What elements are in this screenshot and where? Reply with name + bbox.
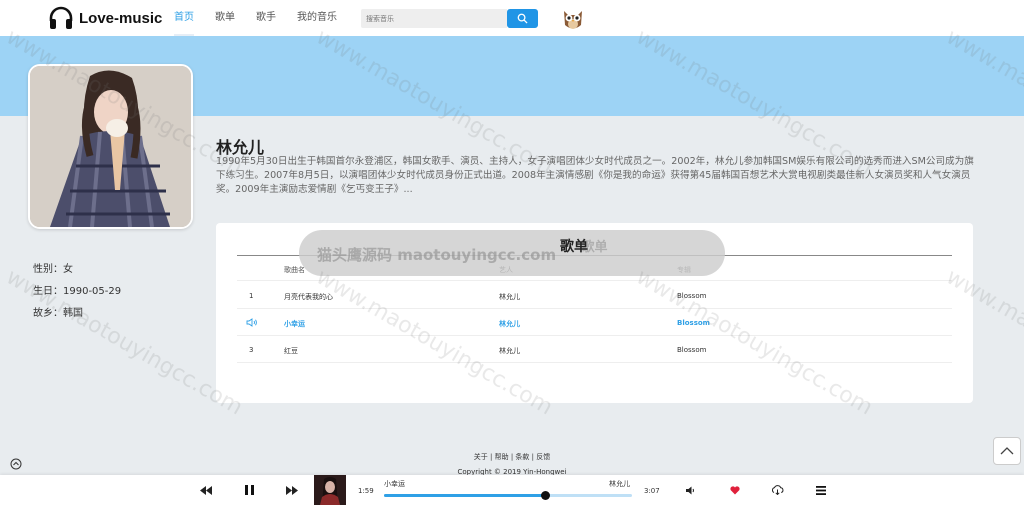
download-button[interactable] xyxy=(769,482,785,498)
nav-playlists[interactable]: 歌单 xyxy=(215,0,235,36)
song-row[interactable]: 1 月亮代表我的心 林允儿 Blossom xyxy=(237,282,952,309)
cloud-download-icon xyxy=(771,485,783,495)
pause-button[interactable] xyxy=(241,482,257,498)
collapse-player-button[interactable] xyxy=(10,458,22,470)
album-cover[interactable] xyxy=(314,475,346,505)
song-index: 3 xyxy=(249,346,254,354)
song-artist[interactable]: 林允儿 xyxy=(499,292,520,302)
pill-watermark-text: 猫头鹰源码 maotouyingcc.com xyxy=(317,246,557,264)
main-nav: 首页 歌单 歌手 我的音乐 xyxy=(174,0,358,36)
back-to-top-button[interactable] xyxy=(993,437,1021,465)
song-name[interactable]: 小幸运 xyxy=(284,319,305,329)
playlist-button[interactable] xyxy=(813,482,829,498)
song-name[interactable]: 月亮代表我的心 xyxy=(284,292,333,302)
pause-icon xyxy=(244,485,254,495)
song-album[interactable]: Blossom xyxy=(677,319,710,327)
logo-text: Love-music xyxy=(79,9,163,27)
song-row[interactable]: 3 红豆 林允儿 Blossom xyxy=(237,336,952,363)
artist-hometown: 故乡：韩国 xyxy=(33,308,83,319)
footer-links[interactable]: 关于 | 帮助 | 条款 | 反馈 xyxy=(0,452,1024,462)
logo[interactable]: Love-music xyxy=(48,5,162,31)
search-box xyxy=(361,9,538,28)
artist-gender: 性别：女 xyxy=(33,264,73,275)
top-navbar: Love-music 首页 歌单 歌手 我的音乐 xyxy=(0,0,1024,36)
heart-icon xyxy=(730,485,740,494)
total-time: 3:07 xyxy=(644,487,660,495)
watermark-pill: 猫头鹰源码 maotouyingcc.com xyxy=(299,230,725,276)
next-icon xyxy=(286,485,298,495)
next-button[interactable] xyxy=(284,482,300,498)
progress-bar[interactable] xyxy=(384,491,632,500)
search-input[interactable] xyxy=(361,9,507,28)
now-playing-title: 小幸运 xyxy=(384,480,405,488)
song-index: 1 xyxy=(249,292,254,300)
previous-icon xyxy=(200,485,212,495)
header-name: 歌曲名 xyxy=(284,266,305,274)
search-button[interactable] xyxy=(507,9,538,28)
song-album[interactable]: Blossom xyxy=(677,346,706,354)
current-time: 1:59 xyxy=(358,487,374,495)
headphones-icon xyxy=(49,6,73,29)
volume-button[interactable] xyxy=(683,482,699,498)
previous-button[interactable] xyxy=(198,482,214,498)
player-bar: 1:59 小幸运 林允儿 3:07 xyxy=(0,475,1024,505)
progress-handle[interactable] xyxy=(541,491,551,500)
menu-icon xyxy=(816,485,826,495)
song-artist[interactable]: 林允儿 xyxy=(499,346,520,356)
owl-avatar[interactable] xyxy=(560,5,586,31)
songlist-title-overlay: 歌单 xyxy=(560,239,588,255)
nav-home[interactable]: 首页 xyxy=(174,0,194,36)
playing-icon xyxy=(246,318,261,330)
artist-description: 1990年5月30日出生于韩国首尔永登浦区，韩国女歌手、演员、主持人，女子演唱团… xyxy=(216,156,974,195)
progress-fill xyxy=(384,494,546,497)
like-button[interactable] xyxy=(727,482,743,498)
song-artist[interactable]: 林允儿 xyxy=(499,319,520,329)
artist-photo xyxy=(28,64,193,229)
song-row-playing[interactable]: 小幸运 林允儿 Blossom xyxy=(237,309,952,336)
now-playing-artist: 林允儿 xyxy=(609,480,630,488)
nav-my-music[interactable]: 我的音乐 xyxy=(297,0,337,36)
song-album[interactable]: Blossom xyxy=(677,292,706,300)
artist-birthday: 生日：1990-05-29 xyxy=(33,286,122,297)
song-name[interactable]: 红豆 xyxy=(284,346,298,356)
chevron-up-icon xyxy=(1000,447,1014,455)
search-icon xyxy=(517,13,528,24)
nav-singers[interactable]: 歌手 xyxy=(256,0,276,36)
volume-icon xyxy=(686,486,694,494)
